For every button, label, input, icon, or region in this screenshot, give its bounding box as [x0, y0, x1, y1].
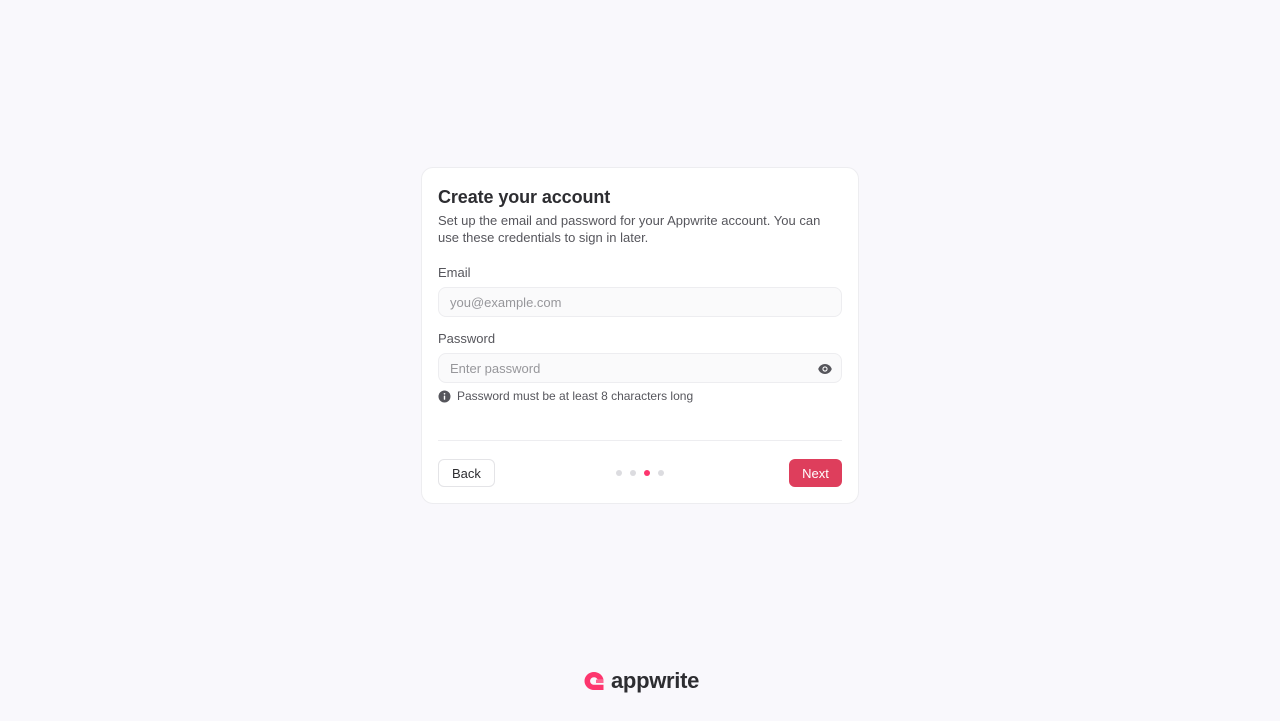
create-account-card: Create your account Set up the email and… [421, 167, 859, 504]
info-icon [438, 390, 451, 403]
footer-divider [438, 440, 842, 441]
appwrite-logo-text: appwrite [611, 668, 700, 693]
email-field[interactable] [439, 288, 841, 316]
form-footer: Back Next [438, 459, 842, 487]
password-field-wrapper [438, 353, 842, 383]
onboarding-page: Create your account Set up the email and… [0, 0, 1280, 721]
password-hint: Password must be at least 8 characters l… [438, 389, 842, 403]
email-label: Email [438, 265, 471, 280]
step-dot-3-current [644, 470, 650, 476]
password-field[interactable] [439, 354, 841, 382]
appwrite-logo: appwrite [583, 669, 699, 693]
form-title: Create your account [438, 187, 611, 207]
form-subtitle: Set up the email and password for your A… [438, 213, 821, 245]
password-label: Password [438, 331, 496, 346]
step-indicator [616, 470, 664, 476]
back-button[interactable]: Back [438, 459, 495, 487]
appwrite-logo-icon [583, 671, 605, 691]
step-dot-4 [658, 470, 664, 476]
eye-icon[interactable] [817, 361, 833, 377]
step-dot-1 [616, 470, 622, 476]
step-dot-2 [630, 470, 636, 476]
email-field-wrapper [438, 287, 842, 317]
password-hint-text: Password must be at least 8 characters l… [457, 389, 694, 403]
next-button[interactable]: Next [789, 459, 842, 487]
